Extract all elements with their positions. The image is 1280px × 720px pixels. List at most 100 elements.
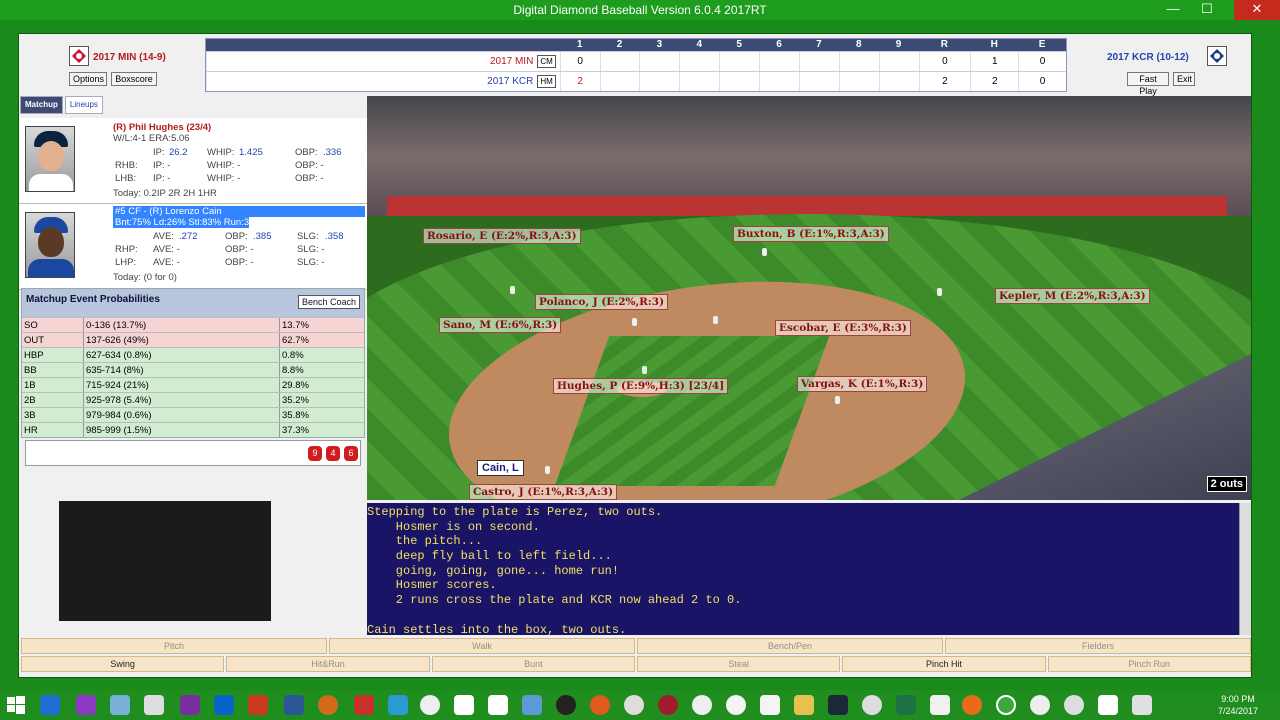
pitch-button[interactable]: Pitch bbox=[21, 638, 327, 654]
fielder-label-cf[interactable]: Buxton, B (E:1%,R:3,A:3) bbox=[733, 226, 889, 242]
inning-score bbox=[639, 52, 679, 71]
fast-play-button[interactable]: Fast Play bbox=[1127, 72, 1169, 96]
calculator-icon[interactable] bbox=[144, 695, 164, 715]
exit-button[interactable]: Exit bbox=[1173, 72, 1195, 86]
steam-icon[interactable] bbox=[828, 695, 848, 715]
onenote-icon[interactable] bbox=[180, 695, 200, 715]
baseball-icon[interactable] bbox=[692, 695, 712, 715]
app-icon[interactable] bbox=[760, 695, 780, 715]
inning-score: 0 bbox=[559, 52, 600, 71]
pitcher-name: (R) Phil Hughes (23/4) bbox=[113, 122, 212, 133]
app-icon[interactable] bbox=[110, 695, 130, 715]
fielder-label-2b[interactable]: Polanco, J (E:2%,R:3) bbox=[535, 294, 669, 310]
ie-icon[interactable] bbox=[40, 695, 60, 715]
app-icon[interactable] bbox=[996, 695, 1016, 715]
baseball-icon[interactable] bbox=[420, 695, 440, 715]
log-line: 2 runs cross the plate and KCR now ahead… bbox=[367, 593, 742, 608]
fielder-label-ss[interactable]: Escobar, E (E:3%,R:3) bbox=[775, 320, 911, 336]
matchup-panel: Matchup Lineups (R) Phil Hughes (23/4) W… bbox=[19, 96, 367, 636]
probability-range: 627-634 (0.8%) bbox=[84, 348, 280, 362]
stat-value: .358 bbox=[325, 231, 344, 242]
windows-start-icon[interactable] bbox=[6, 695, 26, 715]
total-e: 0 bbox=[1018, 52, 1066, 71]
app-icon[interactable] bbox=[454, 695, 474, 715]
probability-cum: 8.8% bbox=[282, 365, 304, 376]
app-icon[interactable] bbox=[590, 695, 610, 715]
fielder-label-3b[interactable]: Sano, M (E:6%,R:3) bbox=[439, 317, 562, 333]
action-row-bottom: Swing Hit&Run Bunt Steal Pinch Hit Pinch… bbox=[21, 656, 1251, 672]
batter-name: #5 CF - (R) Lorenzo Cain bbox=[113, 206, 365, 217]
stat-label: RHB: bbox=[115, 160, 138, 171]
linescore-header-cell: 6 bbox=[776, 39, 782, 50]
app-icon[interactable] bbox=[1098, 695, 1118, 715]
powerpoint-icon[interactable] bbox=[248, 695, 268, 715]
swing-button[interactable]: Swing bbox=[21, 656, 225, 672]
outlook-icon[interactable] bbox=[214, 695, 234, 715]
walk-button[interactable]: Walk bbox=[329, 638, 635, 654]
baseball-icon[interactable] bbox=[1064, 695, 1084, 715]
ballpark-view: Rosario, E (E:2%,R:3,A:3) Buxton, B (E:1… bbox=[367, 96, 1251, 500]
bench-pen-button[interactable]: Bench/Pen bbox=[637, 638, 943, 654]
basketball-icon[interactable] bbox=[318, 695, 338, 715]
app-icon[interactable] bbox=[488, 695, 508, 715]
player-figure bbox=[510, 286, 515, 294]
probability-row: HR 985-999 (1.5%) 37.3% bbox=[22, 422, 364, 437]
java-icon[interactable] bbox=[1132, 695, 1152, 715]
tab-lineups[interactable]: Lineups bbox=[64, 96, 103, 114]
linescore-team-label: 2017 MIN bbox=[489, 55, 534, 67]
close-icon[interactable]: ✕ bbox=[1234, 0, 1280, 20]
log-line: deep fly ball to left field... bbox=[367, 549, 612, 564]
linescore-team-away: 2017 MIN CM bbox=[206, 52, 560, 71]
fielders-button[interactable]: Fielders bbox=[945, 638, 1251, 654]
outs-indicator: 2 outs bbox=[1206, 476, 1247, 492]
inning-score bbox=[759, 72, 799, 91]
probability-range: 137-626 (49%) bbox=[84, 333, 280, 347]
options-button[interactable]: Options bbox=[69, 72, 107, 86]
fielder-label-c[interactable]: Castro, J (E:1%,R:3,A:3) bbox=[469, 484, 618, 500]
probabilities-title: Matchup Event Probabilities bbox=[26, 294, 160, 305]
baseball-icon[interactable] bbox=[862, 695, 882, 715]
app-icon[interactable] bbox=[522, 695, 542, 715]
firefox-icon[interactable] bbox=[962, 695, 982, 715]
java-icon[interactable] bbox=[930, 695, 950, 715]
fielder-label-rf[interactable]: Kepler, M (E:2%,R:3,A:3) bbox=[995, 288, 1150, 304]
excel-icon[interactable] bbox=[896, 695, 916, 715]
player-figure bbox=[937, 288, 942, 296]
app-icon[interactable] bbox=[388, 695, 408, 715]
tab-matchup[interactable]: Matchup bbox=[20, 96, 63, 114]
fielder-label-lf[interactable]: Rosario, E (E:2%,R:3,A:3) bbox=[423, 228, 581, 244]
steal-button[interactable]: Steal bbox=[636, 656, 841, 672]
linescore-row-away: 2017 MIN CM 0010 bbox=[206, 51, 1066, 71]
batter-tag: Cain, L bbox=[477, 460, 524, 476]
linescore-header-cell: 4 bbox=[696, 39, 703, 50]
maximize-icon[interactable]: ☐ bbox=[1192, 0, 1222, 20]
baseball-icon[interactable] bbox=[1030, 695, 1050, 715]
hit-and-run-button[interactable]: Hit&Run bbox=[226, 656, 430, 672]
linescore-header-cell: 8 bbox=[855, 39, 862, 50]
word-icon[interactable] bbox=[284, 695, 304, 715]
stat-label: LHP: bbox=[115, 257, 137, 268]
pinch-hit-button[interactable]: Pinch Hit bbox=[842, 656, 1046, 672]
football-icon[interactable] bbox=[354, 695, 374, 715]
batter-photo bbox=[25, 212, 75, 278]
bench-coach-button[interactable]: Bench Coach bbox=[297, 295, 360, 309]
log-line: Cain settles into the box, two outs. bbox=[367, 622, 627, 637]
app-icon[interactable] bbox=[76, 695, 96, 715]
minimize-icon[interactable]: — bbox=[1158, 0, 1188, 20]
pinch-run-button[interactable]: Pinch Run bbox=[1047, 656, 1251, 672]
app-icon[interactable] bbox=[556, 695, 576, 715]
bunt-button[interactable]: Bunt bbox=[431, 656, 635, 672]
system-clock[interactable]: 9:00 PM 7/24/2017 bbox=[1218, 693, 1258, 717]
player-figure bbox=[545, 466, 550, 474]
fielder-label-p[interactable]: Hughes, P (E:9%,H:3) [23/4] bbox=[553, 378, 729, 394]
baseball-icon[interactable] bbox=[726, 695, 746, 715]
itunes-icon[interactable] bbox=[624, 695, 644, 715]
probability-range: 925-978 (5.4%) bbox=[84, 393, 280, 407]
fielder-label-1b[interactable]: Vargas, K (E:1%,R:3) bbox=[797, 376, 928, 392]
app-icon[interactable] bbox=[658, 695, 678, 715]
linescore-team-label: 2017 KCR bbox=[487, 75, 534, 87]
boxscore-button[interactable]: Boxscore bbox=[111, 72, 157, 86]
folder-icon[interactable] bbox=[794, 695, 814, 715]
log-scrollbar[interactable] bbox=[1239, 503, 1251, 635]
stat-label: LHB: bbox=[115, 173, 137, 184]
